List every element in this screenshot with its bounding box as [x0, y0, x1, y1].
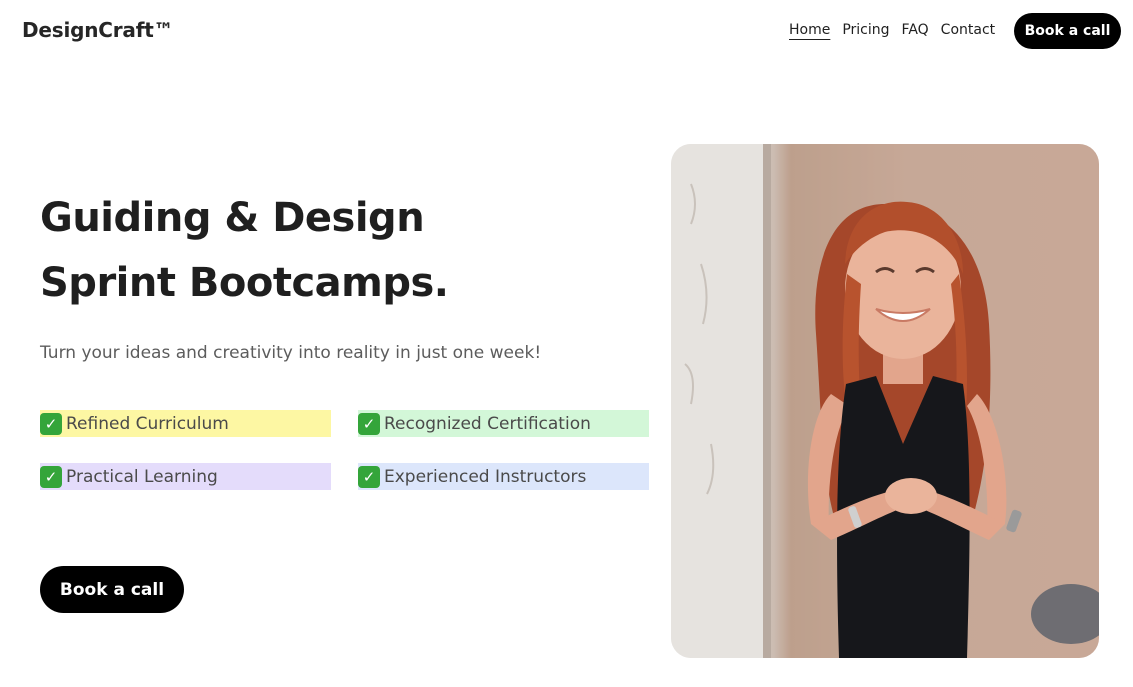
feature-label: Refined Curriculum — [66, 413, 229, 434]
nav-pricing-link[interactable]: Pricing — [842, 20, 889, 40]
check-mark-icon: ✓ — [358, 465, 380, 488]
hero-subtitle: Turn your ideas and creativity into real… — [40, 343, 542, 363]
hero-headline: Guiding & Design Sprint Bootcamps. — [40, 186, 449, 316]
main-nav: Home Pricing FAQ Contact — [789, 20, 995, 40]
hero-book-call-button[interactable]: Book a call — [40, 566, 184, 613]
instructor-photo-illustration — [671, 144, 1099, 658]
feature-label: Recognized Certification — [384, 413, 591, 434]
feature-refined-curriculum: ✓ Refined Curriculum — [40, 410, 331, 437]
feature-label: Practical Learning — [66, 466, 218, 487]
logo[interactable]: DesignCraft™ — [22, 18, 174, 42]
header-book-call-button[interactable]: Book a call — [1014, 13, 1121, 49]
headline-line-1: Guiding & Design — [40, 195, 425, 241]
check-mark-icon: ✓ — [40, 412, 62, 435]
feature-practical-learning: ✓ Practical Learning — [40, 463, 331, 490]
hero-photo — [671, 144, 1099, 658]
nav-home-link[interactable]: Home — [789, 20, 830, 40]
check-mark-icon: ✓ — [358, 412, 380, 435]
headline-line-2: Sprint Bootcamps. — [40, 260, 449, 306]
landing-page: DesignCraft™ Home Pricing FAQ Contact Bo… — [0, 0, 1133, 687]
feature-experienced-instructors: ✓ Experienced Instructors — [358, 463, 649, 490]
feature-label: Experienced Instructors — [384, 466, 587, 487]
nav-contact-link[interactable]: Contact — [941, 20, 995, 40]
check-mark-icon: ✓ — [40, 465, 62, 488]
nav-faq-link[interactable]: FAQ — [902, 20, 929, 40]
feature-recognized-certification: ✓ Recognized Certification — [358, 410, 649, 437]
